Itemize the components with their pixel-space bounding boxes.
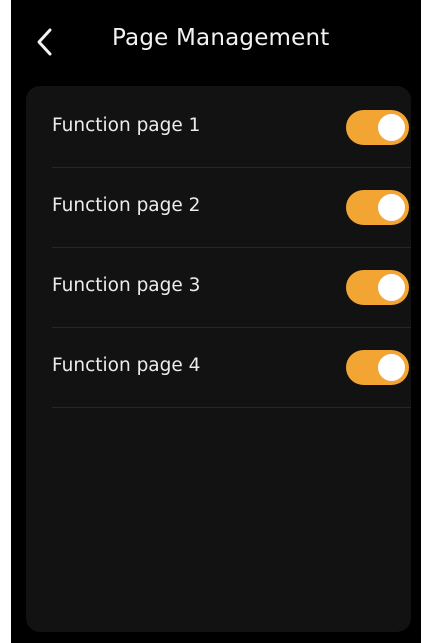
chevron-left-icon	[37, 28, 52, 56]
function-page-label: Function page 3	[52, 275, 201, 296]
list-item-function-page-1: Function page 1	[26, 88, 411, 168]
list-item-function-page-2: Function page 2	[26, 168, 411, 248]
header: Page Management	[11, 0, 421, 86]
toggle-knob	[378, 114, 405, 141]
list-item-function-page-3: Function page 3	[26, 248, 411, 328]
divider	[52, 407, 411, 408]
function-page-3-toggle[interactable]	[346, 270, 409, 305]
page-title: Page Management	[112, 25, 330, 51]
function-page-2-toggle[interactable]	[346, 190, 409, 225]
function-page-label: Function page 1	[52, 115, 201, 136]
function-page-label: Function page 2	[52, 195, 201, 216]
toggle-knob	[378, 274, 405, 301]
function-page-1-toggle[interactable]	[346, 110, 409, 145]
toggle-knob	[378, 194, 405, 221]
toggle-knob	[378, 354, 405, 381]
function-page-4-toggle[interactable]	[346, 350, 409, 385]
screen: Page Management Function page 1 Function…	[11, 0, 421, 643]
back-button[interactable]	[31, 24, 61, 60]
function-page-label: Function page 4	[52, 355, 201, 376]
settings-card: Function page 1 Function page 2 Function…	[26, 86, 411, 632]
list-item-function-page-4: Function page 4	[26, 328, 411, 408]
